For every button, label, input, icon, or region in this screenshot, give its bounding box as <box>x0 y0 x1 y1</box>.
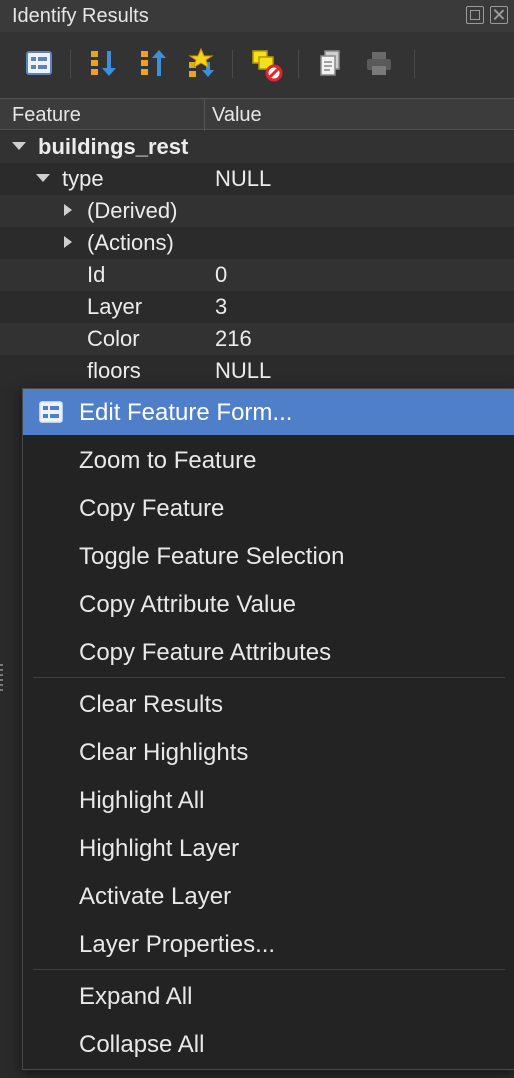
menu-item-label: Copy Attribute Value <box>79 591 297 618</box>
toolbar <box>0 32 514 98</box>
panel-title: Identify Results <box>12 5 149 27</box>
column-header-feature[interactable]: Feature <box>12 104 81 127</box>
menu-item-edit-feature-form[interactable]: Edit Feature Form... <box>23 389 514 435</box>
deselect-icon[interactable] <box>250 48 283 82</box>
attribute-value: 3 <box>215 294 228 319</box>
collapse-arrow-icon[interactable] <box>36 174 50 182</box>
menu-item-collapse-all[interactable]: Collapse All <box>23 1021 514 1067</box>
attribute-name: Id <box>87 262 106 287</box>
collapse-tree-icon[interactable] <box>138 48 168 78</box>
attribute-name: Layer <box>87 294 143 319</box>
results-tree: buildings_rest type NULL (Derived) (Acti… <box>0 131 514 387</box>
menu-item-layer-properties[interactable]: Layer Properties... <box>23 921 514 967</box>
expand-arrow-icon[interactable] <box>64 236 72 248</box>
collapse-arrow-icon[interactable] <box>12 142 26 150</box>
tree-row-layer[interactable]: buildings_rest <box>0 131 514 163</box>
derived-label: (Derived) <box>87 198 178 223</box>
context-menu: Edit Feature Form... Zoom to Feature Cop… <box>22 388 514 1070</box>
tree-row-attribute[interactable]: Layer 3 <box>0 291 514 323</box>
expand-new-results-icon[interactable] <box>186 47 216 78</box>
float-panel-button[interactable] <box>466 6 484 24</box>
attribute-value: 216 <box>215 326 252 351</box>
menu-item-clear-results[interactable]: Clear Results <box>23 681 514 727</box>
panel-title-bar: Identify Results <box>0 0 514 32</box>
menu-item-label: Highlight Layer <box>79 835 240 862</box>
tree-row-type[interactable]: type NULL <box>0 163 514 195</box>
menu-item-highlight-layer[interactable]: Highlight Layer <box>23 825 514 871</box>
feature-label: type <box>62 166 104 191</box>
tree-row-attribute[interactable]: Id 0 <box>0 259 514 291</box>
actions-label: (Actions) <box>87 230 174 255</box>
tree-header: Feature Value <box>0 98 514 131</box>
menu-item-label: Layer Properties... <box>79 931 276 958</box>
menu-item-label: Copy Feature <box>79 495 225 522</box>
menu-separator <box>33 969 505 970</box>
menu-item-toggle-feature-selection[interactable]: Toggle Feature Selection <box>23 533 514 579</box>
attribute-name: floors <box>87 358 141 383</box>
menu-item-label: Activate Layer <box>79 883 232 910</box>
tree-row-attribute[interactable]: floors NULL <box>0 355 514 387</box>
menu-item-label: Clear Results <box>79 691 224 718</box>
menu-item-activate-layer[interactable]: Activate Layer <box>23 873 514 919</box>
close-panel-button[interactable] <box>490 6 508 24</box>
menu-item-clear-highlights[interactable]: Clear Highlights <box>23 729 514 775</box>
menu-item-copy-feature-attributes[interactable]: Copy Feature Attributes <box>23 629 514 675</box>
menu-item-expand-all[interactable]: Expand All <box>23 973 514 1019</box>
menu-item-label: Zoom to Feature <box>79 447 257 474</box>
menu-item-label: Toggle Feature Selection <box>79 543 345 570</box>
menu-item-label: Expand All <box>79 983 193 1010</box>
menu-separator <box>33 677 505 678</box>
menu-item-label: Highlight All <box>79 787 205 814</box>
menu-item-label: Edit Feature Form... <box>79 399 293 426</box>
attribute-value: 0 <box>215 262 228 287</box>
menu-item-copy-attribute-value[interactable]: Copy Attribute Value <box>23 581 514 627</box>
expand-arrow-icon[interactable] <box>64 204 72 216</box>
form-view-icon[interactable] <box>24 48 54 78</box>
form-icon <box>39 401 63 423</box>
menu-item-zoom-to-feature[interactable]: Zoom to Feature <box>23 437 514 483</box>
attribute-name: Color <box>87 326 140 351</box>
tree-row-actions[interactable]: (Actions) <box>0 227 514 259</box>
resize-handle[interactable] <box>0 664 4 700</box>
attribute-value: NULL <box>215 358 272 383</box>
menu-item-label: Clear Highlights <box>79 739 249 766</box>
tree-row-derived[interactable]: (Derived) <box>0 195 514 227</box>
feature-value: NULL <box>215 166 272 191</box>
layer-name: buildings_rest <box>38 134 189 159</box>
column-header-value[interactable]: Value <box>212 104 262 127</box>
tree-row-attribute[interactable]: Color 216 <box>0 323 514 355</box>
menu-item-copy-feature[interactable]: Copy Feature <box>23 485 514 531</box>
print-icon[interactable] <box>364 48 394 78</box>
expand-tree-icon[interactable] <box>88 48 118 78</box>
menu-item-highlight-all[interactable]: Highlight All <box>23 777 514 823</box>
copy-icon[interactable] <box>316 48 346 78</box>
menu-item-label: Copy Feature Attributes <box>79 639 332 666</box>
menu-item-label: Collapse All <box>79 1031 205 1058</box>
